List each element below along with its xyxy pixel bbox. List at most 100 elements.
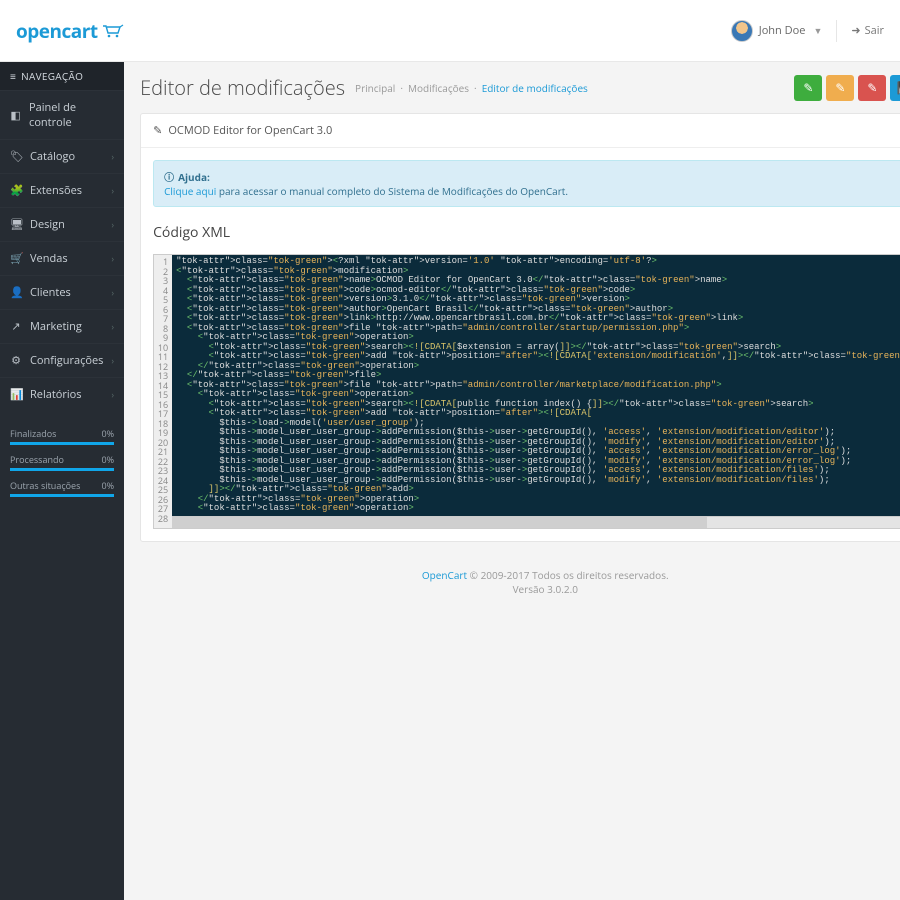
stat-label: Processando xyxy=(10,453,64,466)
brand-logo[interactable]: opencart xyxy=(16,18,124,44)
breadcrumb: Principal · Modificações · Editor de mod… xyxy=(355,81,588,95)
sidebar-item-label: Design xyxy=(30,217,65,232)
sidebar-item-dashboard[interactable]: ◧ Painel de controle xyxy=(0,90,124,139)
logout-link[interactable]: ➜ Sair xyxy=(851,23,884,38)
chevron-right-icon: › xyxy=(111,320,114,333)
code-editor[interactable]: 1234567891011121314151617181920212223242… xyxy=(153,254,900,529)
separator xyxy=(836,20,837,42)
logout-icon: ➜ xyxy=(851,23,860,38)
new-button[interactable]: ✎ xyxy=(794,75,822,101)
topbar: opencart John Doe ▼ ➜ Sair xyxy=(0,0,900,62)
menu-icon: ≡ xyxy=(10,69,16,83)
panel: ✎ OCMOD Editor for OpenCart 3.0 ⓘ Ajuda: … xyxy=(140,113,900,542)
stat-label: Finalizados xyxy=(10,427,56,440)
pencil-icon: ✎ xyxy=(153,123,162,138)
page-title: Editor de modificações xyxy=(140,74,345,101)
chevron-right-icon: › xyxy=(111,252,114,265)
sidebar-item-label: Vendas xyxy=(30,251,68,266)
chevron-right-icon: › xyxy=(111,150,114,163)
scroll-thumb[interactable] xyxy=(172,517,707,528)
sidebar-item-cog[interactable]: ⚙ Configurações › xyxy=(0,343,124,377)
chevron-right-icon: › xyxy=(111,286,114,299)
user-menu[interactable]: John Doe ▼ xyxy=(731,20,823,42)
stat-value: 0% xyxy=(102,453,115,466)
horizontal-scrollbar[interactable] xyxy=(172,516,900,528)
logout-label: Sair xyxy=(865,23,884,38)
sidebar-item-desktop[interactable]: 🖥 Design › xyxy=(0,207,124,241)
sidebar-item-bar[interactable]: 📊 Relatórios › xyxy=(0,377,124,411)
sidebar-item-label: Catálogo xyxy=(30,149,75,164)
sidebar-item-user[interactable]: 👤 Clientes › xyxy=(0,275,124,309)
info-icon: ⓘ xyxy=(164,169,174,184)
order-stats: Finalizados0%Processando0%Outras situaçõ… xyxy=(0,417,124,507)
tags-icon: 🏷 xyxy=(10,149,22,164)
chevron-right-icon: › xyxy=(111,354,114,367)
crumb-3[interactable]: Editor de modificações xyxy=(482,81,588,95)
sidebar-item-label: Clientes xyxy=(30,285,71,300)
avatar xyxy=(731,20,753,42)
footer-copy: © 2009-2017 Todos os direitos reservados… xyxy=(467,568,669,582)
stat-row: Processando 0% xyxy=(10,453,114,471)
help-title: Ajuda: xyxy=(178,170,210,184)
share-icon: ↗ xyxy=(10,319,22,334)
code-area[interactable]: "tok-attr">class="tok-green"><?xml "tok-… xyxy=(172,255,900,528)
caret-down-icon: ▼ xyxy=(813,24,822,37)
save-button[interactable]: 💾 xyxy=(890,75,900,101)
nav-header: ≡ NAVEGAÇÃO xyxy=(0,62,124,90)
stat-row: Outras situações 0% xyxy=(10,479,114,497)
bar-icon: 📊 xyxy=(10,387,22,402)
user-area: John Doe ▼ ➜ Sair xyxy=(731,20,884,42)
crumb-1[interactable]: Principal xyxy=(355,81,395,95)
chevron-right-icon: › xyxy=(111,388,114,401)
user-icon: 👤 xyxy=(10,285,22,300)
sidebar-item-share[interactable]: ↗ Marketing › xyxy=(0,309,124,343)
sidebar-item-tags[interactable]: 🏷 Catálogo › xyxy=(0,139,124,173)
main: Editor de modificações Principal · Modif… xyxy=(124,62,900,900)
help-alert: ⓘ Ajuda: Clique aqui para acessar o manua… xyxy=(153,160,900,207)
help-text: para acessar o manual completo do Sistem… xyxy=(216,184,568,198)
help-link[interactable]: Clique aqui xyxy=(164,184,216,198)
pencil-icon: ✎ xyxy=(803,79,813,96)
stat-bar xyxy=(10,468,114,471)
cart-icon xyxy=(102,18,124,44)
action-buttons: ✎ ✎ ✎ 💾 ↩ xyxy=(794,75,900,101)
delete-error-button[interactable]: ✎ xyxy=(858,75,886,101)
body: ≡ NAVEGAÇÃO ◧ Painel de controle 🏷 Catálogo… xyxy=(0,62,900,900)
line-gutter: 1234567891011121314151617181920212223242… xyxy=(154,255,172,528)
cog-icon: ⚙ xyxy=(10,353,22,368)
stat-row: Finalizados 0% xyxy=(10,427,114,445)
edit-button[interactable]: ✎ xyxy=(826,75,854,101)
stat-label: Outras situações xyxy=(10,479,80,492)
puzzle-icon: 🧩 xyxy=(10,183,22,198)
brand-text: opencart xyxy=(16,18,98,44)
dashboard-icon: ◧ xyxy=(10,108,21,123)
footer-version: Versão 3.0.2.0 xyxy=(124,582,900,596)
nav-header-label: NAVEGAÇÃO xyxy=(21,69,83,83)
sidebar-item-label: Relatórios xyxy=(30,387,82,402)
page-header: Editor de modificações Principal · Modif… xyxy=(124,62,900,109)
cart-icon: 🛒 xyxy=(10,251,22,266)
footer: OpenCart © 2009-2017 Todos os direitos r… xyxy=(124,558,900,616)
panel-title: OCMOD Editor for OpenCart 3.0 xyxy=(168,123,332,138)
xml-section-title: Código XML xyxy=(141,219,900,248)
chevron-right-icon: › xyxy=(111,184,114,197)
sidebar-item-label: Marketing xyxy=(30,319,82,334)
user-name: John Doe xyxy=(759,23,806,38)
chevron-right-icon: › xyxy=(111,218,114,231)
stat-value: 0% xyxy=(102,427,115,440)
stat-bar xyxy=(10,494,114,497)
sidebar-item-label: Extensões xyxy=(30,183,82,198)
sidebar-item-label: Painel de controle xyxy=(29,100,114,130)
sidebar-item-cart[interactable]: 🛒 Vendas › xyxy=(0,241,124,275)
stat-bar xyxy=(10,442,114,445)
crumb-2[interactable]: Modificações xyxy=(408,81,469,95)
panel-heading: ✎ OCMOD Editor for OpenCart 3.0 xyxy=(141,114,900,148)
pencil-icon: ✎ xyxy=(867,79,877,96)
footer-brand[interactable]: OpenCart xyxy=(422,568,467,582)
stat-value: 0% xyxy=(102,479,115,492)
pencil-icon: ✎ xyxy=(835,79,845,96)
sidebar-item-puzzle[interactable]: 🧩 Extensões › xyxy=(0,173,124,207)
sidebar-item-label: Configurações xyxy=(30,353,103,368)
desktop-icon: 🖥 xyxy=(10,217,22,232)
sidebar: ≡ NAVEGAÇÃO ◧ Painel de controle 🏷 Catálogo… xyxy=(0,62,124,900)
